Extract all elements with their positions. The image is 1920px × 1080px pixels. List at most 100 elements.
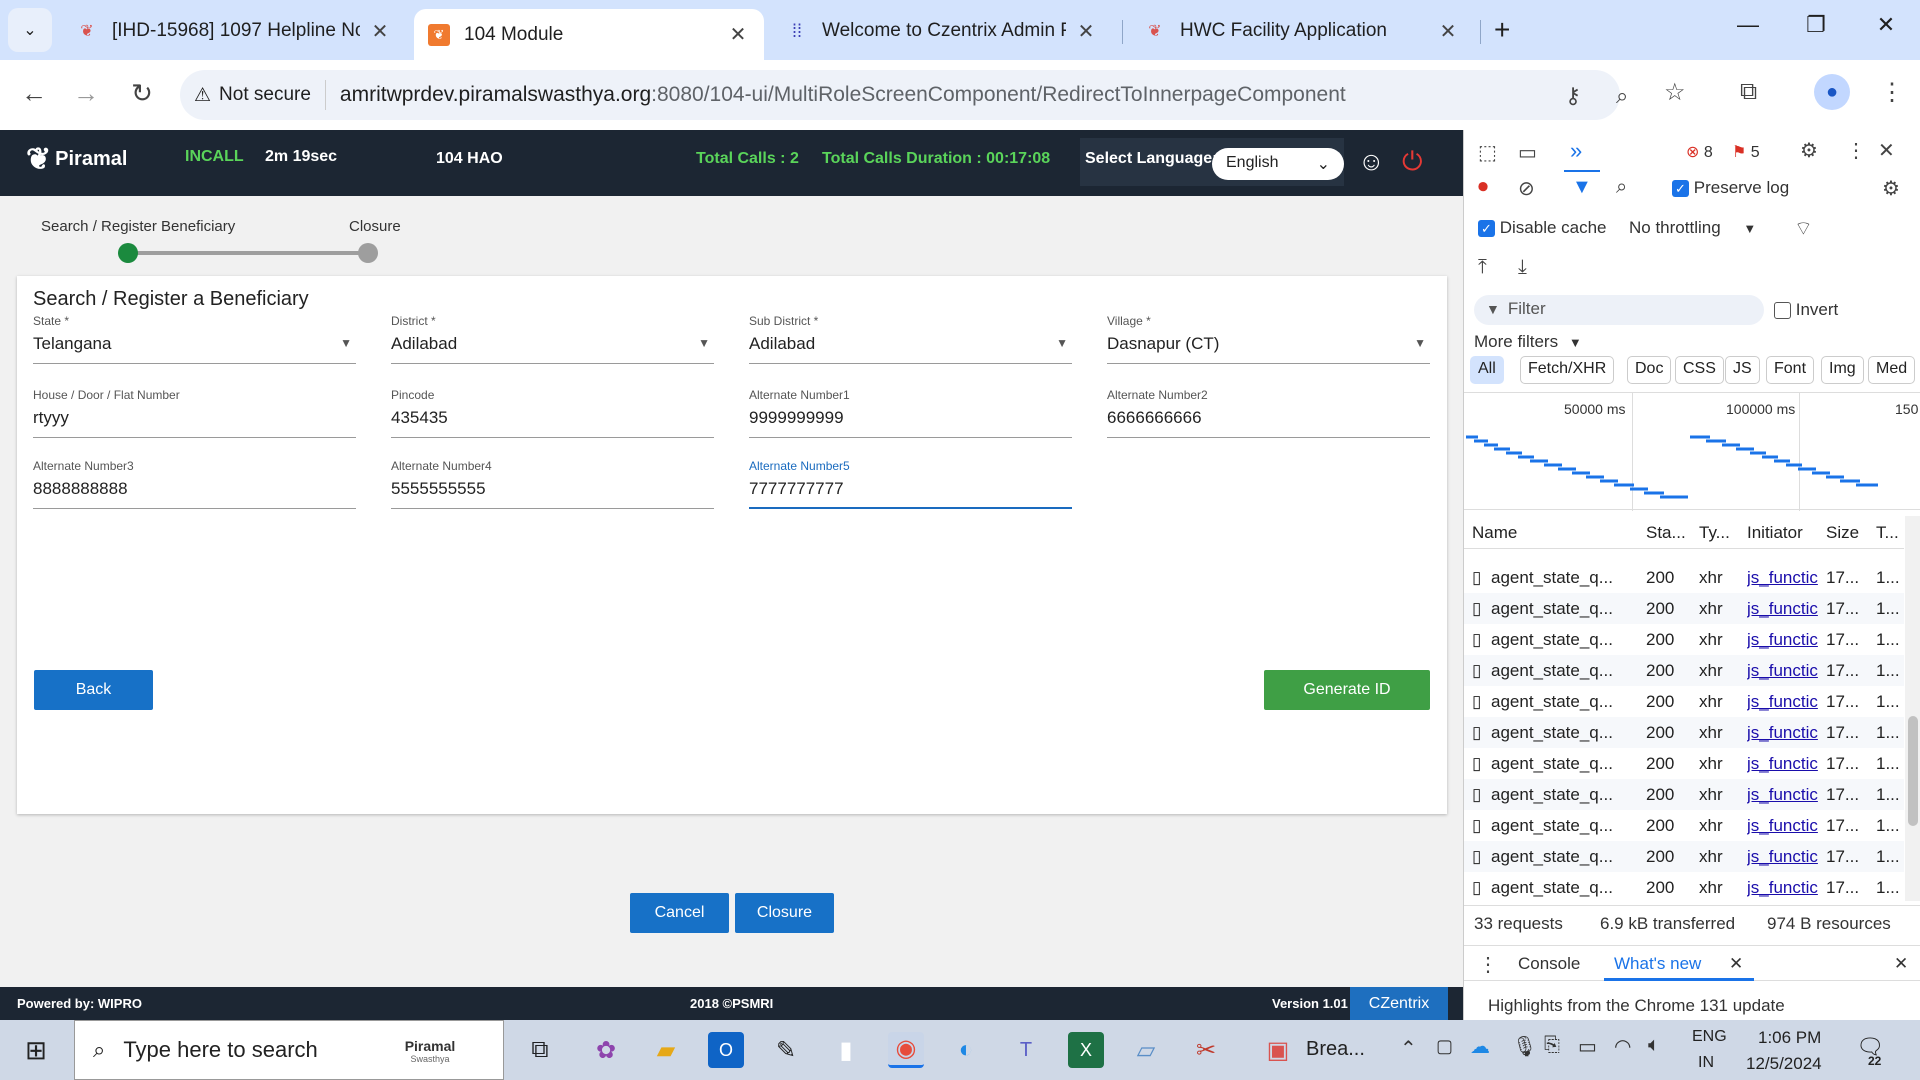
teams-icon[interactable]: T [1008,1032,1044,1068]
battery-icon[interactable]: ▭ [1578,1034,1597,1059]
network-row[interactable]: ▯ agent_state_q... 200 xhr js_functic 17... 1.… [1464,872,1904,903]
profile-avatar-icon[interactable]: ● [1814,74,1850,110]
network-row[interactable]: ▯ agent_state_q... 200 xhr js_functic 17... 1.… [1464,624,1904,655]
close-drawer-icon[interactable]: ✕ [1894,954,1908,974]
snipping-tool-icon[interactable]: ✂ [1188,1032,1224,1068]
filter-chip-img[interactable]: Img [1821,356,1864,384]
step-dot-active[interactable] [118,243,138,263]
column-type[interactable]: Ty... [1699,523,1735,543]
device-toggle-icon[interactable]: ▭ [1518,140,1537,165]
back-button[interactable]: Back [34,670,153,710]
browser-tab-4[interactable]: ❦ HWC Facility Application ✕ [1130,10,1474,52]
row-initiator-link[interactable]: js_functic [1747,754,1819,774]
taskbar-search[interactable]: ⌕ Type here to search Piramal Swasthya [74,1020,504,1080]
extensions-icon[interactable]: ⧉ [1740,78,1757,106]
row-initiator-link[interactable]: js_functic [1747,661,1819,681]
column-time[interactable]: T... [1876,523,1904,543]
row-initiator-link[interactable]: js_functic [1747,723,1819,743]
outlook-icon[interactable]: O [708,1032,744,1068]
filter-chip-font[interactable]: Font [1766,356,1815,384]
generate-id-button[interactable]: Generate ID [1264,670,1430,710]
more-filters-dropdown[interactable]: More filters ▼ [1474,332,1582,352]
district-select[interactable]: District * Adilabad ▼ [391,314,714,364]
alternate-number3-input[interactable]: Alternate Number3 8888888888 [33,459,356,509]
close-icon[interactable]: ✕ [726,22,750,47]
user-profile-icon[interactable]: ☺ [1358,146,1385,177]
filter-chip-js[interactable]: JS [1725,356,1760,384]
village-select[interactable]: Village * Dasnapur (CT) ▼ [1107,314,1430,364]
import-har-icon[interactable]: ⤒ [1478,256,1487,279]
clock-date[interactable]: 12/5/2024 [1746,1054,1822,1074]
settings-gear-icon[interactable]: ⚙ [1800,138,1818,163]
close-icon[interactable]: ✕ [1729,954,1743,974]
invert-toggle[interactable]: Invert [1774,300,1838,320]
kebab-menu-icon[interactable]: ⋮ [1846,138,1866,163]
row-initiator-link[interactable]: js_functic [1747,816,1819,836]
language-select[interactable]: English ⌄ [1212,148,1344,180]
app-window-icon[interactable]: ▣ [1260,1032,1296,1068]
network-scrollbar[interactable] [1905,516,1920,901]
close-icon[interactable]: ✕ [1074,19,1098,44]
sub-district-select[interactable]: Sub District * Adilabad ▼ [749,314,1072,364]
scrollbar-thumb[interactable] [1908,716,1918,826]
drawer-tab-whats-new[interactable]: What's new [1614,954,1701,974]
blank-file-icon[interactable]: ▮ [828,1032,864,1068]
window-close-icon[interactable]: ✕ [1866,12,1906,38]
network-row[interactable]: ▯ agent_state_q... 200 xhr js_functic 17... 1.… [1464,841,1904,872]
network-row[interactable]: ▯ agent_state_q... 200 xhr js_functic 17... 1.… [1464,593,1904,624]
network-row[interactable]: ▯ agent_state_q... 200 xhr js_functic 17... 1.… [1464,655,1904,686]
browser-tab-3[interactable]: ⁞⁞ Welcome to Czentrix Admin Par ✕ [772,10,1112,52]
url-text[interactable]: amritwprdev.piramalswasthya.org:8080/104… [340,83,1346,107]
preserve-log-toggle[interactable]: ✓ Preserve log [1672,178,1789,198]
alternate-number1-input[interactable]: Alternate Number1 9999999999 [749,388,1072,438]
network-row[interactable]: ▯ agent_state_q... 200 xhr js_functic 17... 1.… [1464,810,1904,841]
close-icon[interactable]: ✕ [368,19,392,44]
edge-icon[interactable]: ◐ [948,1032,984,1068]
filter-funnel-icon[interactable]: ▼ [1572,176,1592,199]
back-arrow-icon[interactable]: ← [16,78,52,109]
close-icon[interactable]: ✕ [1436,19,1460,44]
more-panels-icon[interactable]: » [1570,138,1582,164]
zoom-icon[interactable]: ⌕ [1616,83,1628,109]
reload-icon[interactable]: ↻ [124,78,160,109]
clear-icon[interactable]: ⊘ [1518,176,1535,201]
czentrix-button[interactable]: CZentrix [1350,987,1448,1020]
error-count[interactable]: ⊗ 8 [1686,142,1713,162]
state-select[interactable]: State * Telangana ▼ [33,314,356,364]
network-row[interactable]: ▯ agent_state_q... 200 xhr js_functic 17... 1.… [1464,779,1904,810]
filter-chip-css[interactable]: CSS [1675,356,1724,384]
bookmark-star-icon[interactable]: ☆ [1664,78,1686,107]
column-initiator[interactable]: Initiator [1747,523,1817,543]
drawer-tab-console[interactable]: Console [1518,954,1580,974]
network-row[interactable]: ▯ agent_state_q... 200 xhr js_functic 17... 1.… [1464,562,1904,593]
row-initiator-link[interactable]: js_functic [1747,599,1819,619]
closure-button[interactable]: Closure [735,893,834,933]
restore-icon[interactable]: ❐ [1796,12,1836,38]
network-row[interactable]: ▯ agent_state_q... 200 xhr js_functic 17... 1.… [1464,717,1904,748]
alternate-number4-input[interactable]: Alternate Number4 5555555555 [391,459,714,509]
export-har-icon[interactable]: ⤓ [1518,256,1527,279]
onedrive-icon[interactable]: ☁ [1470,1034,1490,1059]
search-icon[interactable]: ⌕ [1616,176,1627,199]
network-row[interactable]: ▯ agent_state_q... 200 xhr js_functic 17... 1.… [1464,686,1904,717]
throttling-select[interactable]: No throttling ▼ [1629,218,1756,238]
row-initiator-link[interactable]: js_functic [1747,692,1819,712]
row-initiator-link[interactable]: js_functic [1747,568,1819,588]
browser-tab-2[interactable]: ❦ 104 Module ✕ [414,9,764,60]
chrome-icon[interactable]: ◉ [888,1032,924,1068]
excel-icon[interactable]: X [1068,1032,1104,1068]
language-eng[interactable]: ENG [1692,1028,1727,1046]
filter-chip-all[interactable]: All [1470,356,1504,384]
security-chip[interactable]: ⚠ Not secure [194,80,326,110]
row-initiator-link[interactable]: js_functic [1747,630,1819,650]
language-in[interactable]: IN [1698,1054,1714,1072]
inspect-element-icon[interactable]: ⬚ [1478,140,1497,165]
wifi-icon[interactable]: ◠ [1614,1034,1631,1059]
house-number-input[interactable]: House / Door / Flat Number rtyyy [33,388,356,438]
alternate-number2-input[interactable]: Alternate Number2 6666666666 [1107,388,1430,438]
filter-input[interactable]: ▼ Filter [1474,295,1764,325]
row-initiator-link[interactable]: js_functic [1747,878,1819,898]
power-logout-icon[interactable]: ⏻ [1402,146,1423,178]
notepad-icon[interactable]: ▱ [1128,1032,1164,1068]
cancel-button[interactable]: Cancel [630,893,729,933]
